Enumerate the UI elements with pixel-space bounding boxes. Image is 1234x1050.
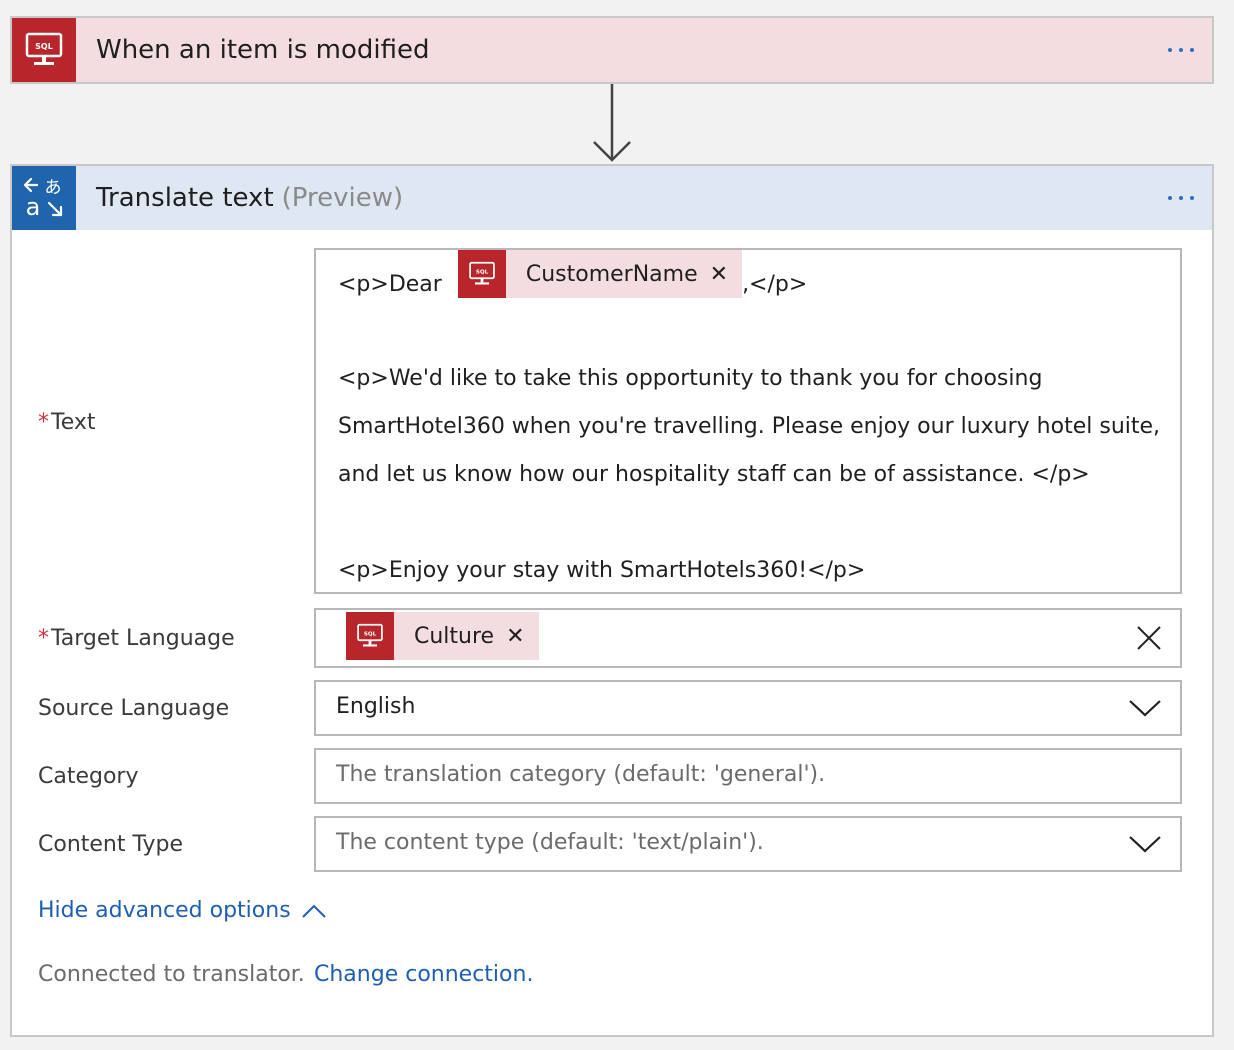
connection-status: Connected to translator.	[38, 962, 305, 987]
text-line-5: <p>Enjoy your stay with SmartHotels360!<…	[338, 558, 866, 583]
trigger-card[interactable]: SQL When an item is modified	[10, 16, 1214, 84]
culture-token[interactable]: SQL Culture ✕	[346, 612, 539, 660]
category-placeholder: The translation category (default: 'gene…	[336, 762, 826, 787]
text-line-4: and let us know how our hospitality staf…	[338, 462, 1090, 487]
clear-field-icon[interactable]	[1136, 625, 1162, 651]
change-connection-link[interactable]: Change connection.	[314, 962, 533, 987]
target-language-label: *Target Language	[38, 626, 235, 651]
chevron-down-icon[interactable]	[1128, 834, 1162, 854]
svg-text:a: a	[26, 193, 41, 221]
remove-token-icon[interactable]: ✕	[710, 262, 742, 287]
translator-glyph: あ	[45, 178, 62, 198]
sql-server-icon: SQL	[12, 18, 76, 82]
text-line-3: SmartHotel360 when you're travelling. Pl…	[338, 414, 1161, 439]
action-title-suffix: (Preview)	[281, 183, 404, 213]
text-label: *Text	[38, 410, 96, 435]
text-line-1-prefix: <p>Dear	[338, 271, 442, 297]
customer-name-token[interactable]: SQL CustomerName ✕	[457, 250, 743, 298]
source-language-label: Source Language	[38, 696, 230, 721]
required-marker: *	[38, 410, 49, 435]
text-field[interactable]: <p>Dear SQL CustomerName ✕ ,</p> <p>We'd…	[314, 248, 1182, 594]
token-label: Culture	[414, 623, 495, 649]
more-options-icon[interactable]	[1168, 196, 1194, 200]
flow-arrow-icon	[593, 84, 631, 162]
content-type-dropdown[interactable]: The content type (default: 'text/plain')…	[314, 816, 1182, 872]
sql-icon-text: SQL	[35, 42, 53, 51]
text-line-2: <p>We'd like to take this opportunity to…	[338, 366, 1043, 391]
source-language-dropdown[interactable]: English	[314, 680, 1182, 736]
required-marker: *	[38, 626, 49, 651]
advanced-toggle-label: Hide advanced options	[38, 898, 291, 923]
chevron-up-icon	[301, 904, 326, 918]
category-label: Category	[38, 764, 139, 789]
remove-token-icon[interactable]: ✕	[506, 624, 538, 649]
trigger-title: When an item is modified	[96, 35, 430, 65]
action-title-text: Translate text	[96, 183, 274, 213]
sql-server-icon: SQL	[457, 250, 506, 298]
token-label: CustomerName	[525, 261, 698, 287]
text-line-1-suffix: ,</p>	[742, 271, 808, 297]
target-language-field[interactable]: SQL Culture ✕	[314, 608, 1182, 668]
translate-action-card: あ a Translate text (Preview) *Text <p>Dea…	[10, 164, 1214, 1037]
translator-icon: あ a	[12, 166, 76, 230]
chevron-down-icon[interactable]	[1128, 698, 1162, 718]
action-header[interactable]: あ a Translate text (Preview)	[12, 166, 1212, 230]
svg-text:SQL: SQL	[476, 269, 489, 275]
more-options-icon[interactable]	[1168, 48, 1194, 52]
content-type-label: Content Type	[38, 832, 184, 857]
svg-text:SQL: SQL	[364, 631, 377, 637]
source-language-value: English	[336, 694, 416, 719]
category-input[interactable]: The translation category (default: 'gene…	[314, 748, 1182, 804]
sql-server-icon: SQL	[346, 612, 394, 660]
hide-advanced-options-link[interactable]: Hide advanced options	[38, 898, 327, 923]
content-type-placeholder: The content type (default: 'text/plain')…	[336, 830, 764, 855]
action-title: Translate text (Preview)	[96, 183, 403, 213]
